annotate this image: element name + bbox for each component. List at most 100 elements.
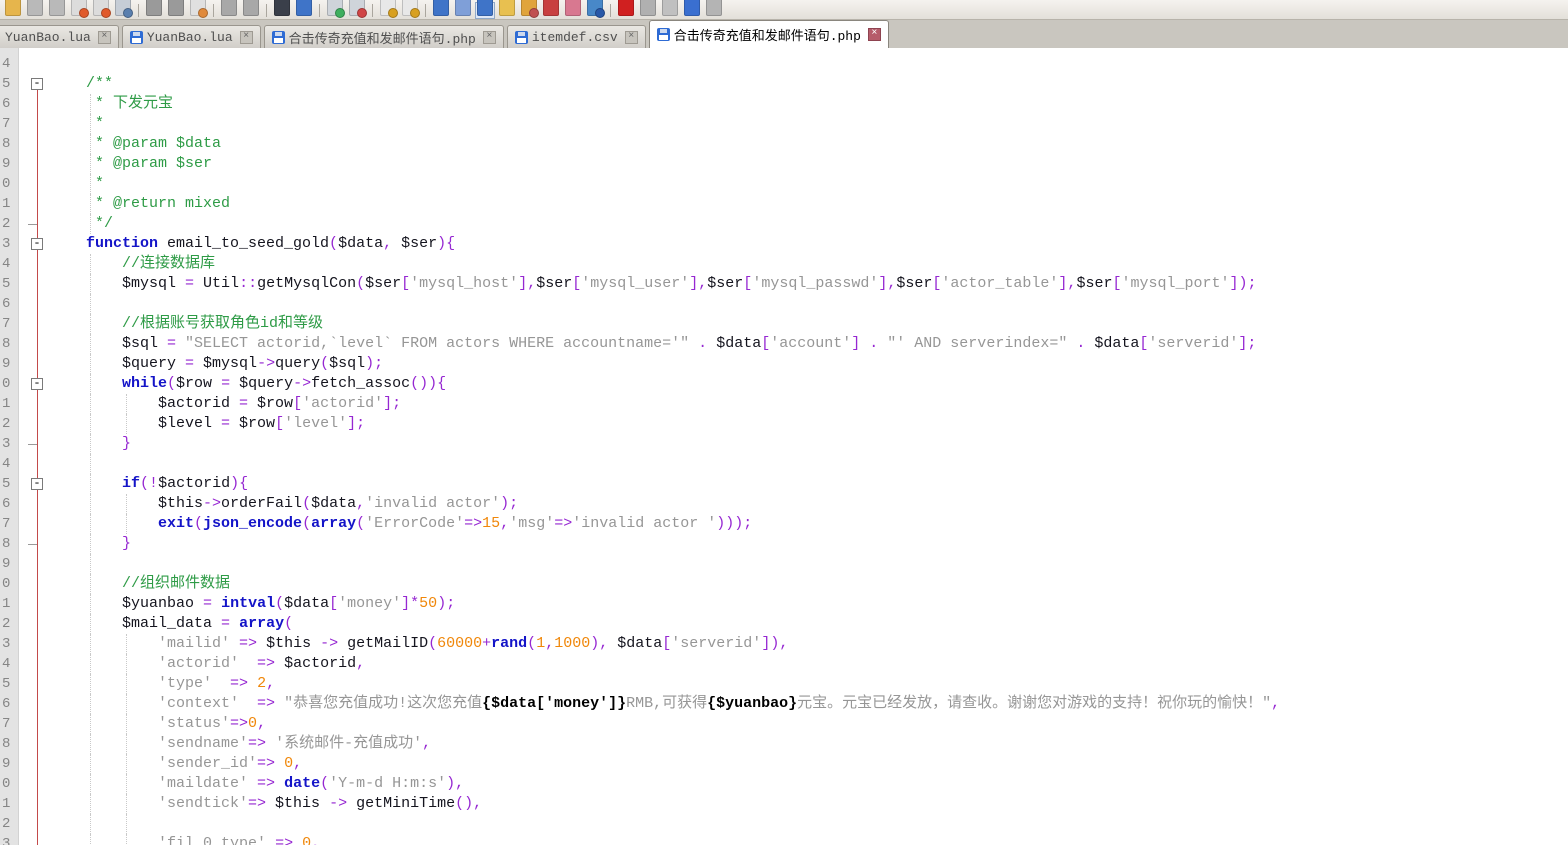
tab-4[interactable]: itemdef.csv× bbox=[507, 25, 646, 48]
undo-icon[interactable] bbox=[220, 3, 238, 18]
code-line: 0- while($row = $query->fetch_assoc()){ bbox=[0, 374, 1568, 394]
line-number: 4 bbox=[2, 254, 17, 274]
fold-toggle-icon[interactable]: - bbox=[31, 78, 43, 90]
code-text: 'context' => "恭喜您充值成功!这次您充值{$data['money… bbox=[86, 694, 1280, 714]
lock-document-icon[interactable] bbox=[379, 3, 397, 18]
line-number: 2 bbox=[2, 414, 17, 434]
code-line: 1 $actorid = $row['actorid']; bbox=[0, 394, 1568, 414]
code-text: 'maildate' => date('Y-m-d H:m:s'), bbox=[86, 774, 464, 794]
edit-pen-icon[interactable] bbox=[542, 3, 560, 18]
code-line: 6 * 下发元宝 bbox=[0, 94, 1568, 114]
code-text: 'sendname'=> '系统邮件-充值成功', bbox=[86, 734, 431, 754]
close-icon[interactable]: × bbox=[98, 31, 111, 44]
save-all-icon[interactable] bbox=[48, 3, 66, 18]
run-script-icon[interactable] bbox=[683, 3, 701, 18]
find-next-icon[interactable] bbox=[348, 3, 366, 18]
line-number: 1 bbox=[2, 194, 17, 214]
code-text: $actorid = $row['actorid']; bbox=[86, 394, 401, 414]
code-line: 9 'sender_id'=> 0, bbox=[0, 754, 1568, 774]
toolbar bbox=[0, 0, 1568, 20]
line-number: 8 bbox=[2, 334, 17, 354]
code-line: 4 'actorid' => $actorid, bbox=[0, 654, 1568, 674]
save-icon[interactable] bbox=[26, 3, 44, 18]
line-number: 0 bbox=[2, 174, 17, 194]
fold-end-marker bbox=[28, 224, 37, 225]
close-icon[interactable]: × bbox=[483, 31, 496, 44]
line-number: 9 bbox=[2, 754, 17, 774]
code-text: * @param $ser bbox=[86, 154, 212, 174]
line-number: 4 bbox=[2, 54, 17, 74]
play-macro-icon[interactable] bbox=[661, 3, 679, 18]
bookmark-icon[interactable] bbox=[498, 3, 516, 18]
code-text: $mail_data = array( bbox=[86, 614, 293, 634]
code-line: 9 $query = $mysql->query($sql); bbox=[0, 354, 1568, 374]
find-previous-icon[interactable] bbox=[326, 3, 344, 18]
line-number: 5 bbox=[2, 274, 17, 294]
redo-icon[interactable] bbox=[242, 3, 260, 18]
cut-icon[interactable] bbox=[145, 3, 163, 18]
toolbar-separator bbox=[425, 4, 426, 17]
code-line: 6 'context' => "恭喜您充值成功!这次您充值{$data['mon… bbox=[0, 694, 1568, 714]
mail-icon[interactable] bbox=[564, 3, 582, 18]
code-line: 3-function email_to_seed_gold($data, $se… bbox=[0, 234, 1568, 254]
indent-guides-icon[interactable] bbox=[476, 3, 494, 18]
code-text: /** bbox=[86, 74, 113, 94]
close-all-icon[interactable] bbox=[92, 3, 110, 18]
line-number: 7 bbox=[2, 114, 17, 134]
extra-icon[interactable] bbox=[705, 3, 723, 18]
close-icon[interactable]: × bbox=[240, 31, 253, 44]
code-text: $sql = "SELECT actorid,`level` FROM acto… bbox=[86, 334, 1256, 354]
tab-3[interactable]: 合击传奇充值和发邮件语句.php× bbox=[264, 25, 504, 48]
line-number: 7 bbox=[2, 514, 17, 534]
fold-toggle-icon[interactable]: - bbox=[31, 378, 43, 390]
word-wrap-icon[interactable] bbox=[432, 3, 450, 18]
line-number: 5 bbox=[2, 474, 17, 494]
tab-label: 合击传奇充值和发邮件语句.php bbox=[674, 25, 861, 44]
code-text: //连接数据库 bbox=[86, 254, 215, 274]
save-icon bbox=[515, 31, 528, 44]
lock-all-icon[interactable] bbox=[401, 3, 419, 18]
fold-toggle-icon[interactable]: - bbox=[31, 238, 43, 250]
replace-icon[interactable] bbox=[295, 3, 313, 18]
line-number: 0 bbox=[2, 374, 17, 394]
tools-icon[interactable] bbox=[520, 3, 538, 18]
close-document-icon[interactable] bbox=[70, 3, 88, 18]
show-symbols-icon[interactable] bbox=[454, 3, 472, 18]
open-folder-icon[interactable] bbox=[4, 3, 22, 18]
fold-end-marker bbox=[28, 544, 37, 545]
close-icon[interactable]: × bbox=[868, 28, 881, 41]
tab-2[interactable]: YuanBao.lua× bbox=[122, 25, 261, 48]
copy-icon[interactable] bbox=[167, 3, 185, 18]
line-number: 8 bbox=[2, 534, 17, 554]
line-number: 1 bbox=[2, 594, 17, 614]
paste-icon[interactable] bbox=[189, 3, 207, 18]
line-number: 8 bbox=[2, 134, 17, 154]
tab-1[interactable]: YuanBao.lua× bbox=[0, 25, 119, 48]
code-editor[interactable]: 45-/**6 * 下发元宝7 *8 * @param $data9 * @pa… bbox=[0, 48, 1568, 845]
code-text: $yuanbao = intval($data['money']*50); bbox=[86, 594, 455, 614]
fold-toggle-icon[interactable]: - bbox=[31, 478, 43, 490]
line-number: 8 bbox=[2, 734, 17, 754]
code-text: $this->orderFail($data,'invalid actor'); bbox=[86, 494, 518, 514]
line-number: 1 bbox=[2, 394, 17, 414]
tab-5[interactable]: 合击传奇充值和发邮件语句.php × bbox=[649, 20, 889, 48]
code-line: 8 'sendname'=> '系统邮件-充值成功', bbox=[0, 734, 1568, 754]
stop-macro-icon[interactable] bbox=[639, 3, 657, 18]
code-text: if(!$actorid){ bbox=[86, 474, 248, 494]
line-number: 6 bbox=[2, 694, 17, 714]
close-icon[interactable]: × bbox=[625, 31, 638, 44]
line-number: 3 bbox=[2, 634, 17, 654]
code-line: 2 $mail_data = array( bbox=[0, 614, 1568, 634]
preview-icon[interactable] bbox=[586, 3, 604, 18]
code-line: 7 exit(json_encode(array('ErrorCode'=>15… bbox=[0, 514, 1568, 534]
find-icon[interactable] bbox=[273, 3, 291, 18]
line-number: 7 bbox=[2, 714, 17, 734]
code-line: 5 $mysql = Util::getMysqlCon($ser['mysql… bbox=[0, 274, 1568, 294]
line-number: 6 bbox=[2, 94, 17, 114]
save-icon bbox=[130, 31, 143, 44]
save-icon bbox=[272, 31, 285, 44]
print-icon[interactable] bbox=[114, 3, 132, 18]
record-macro-icon[interactable] bbox=[617, 3, 635, 18]
code-line: 1 $yuanbao = intval($data['money']*50); bbox=[0, 594, 1568, 614]
code-line: 0 'maildate' => date('Y-m-d H:m:s'), bbox=[0, 774, 1568, 794]
